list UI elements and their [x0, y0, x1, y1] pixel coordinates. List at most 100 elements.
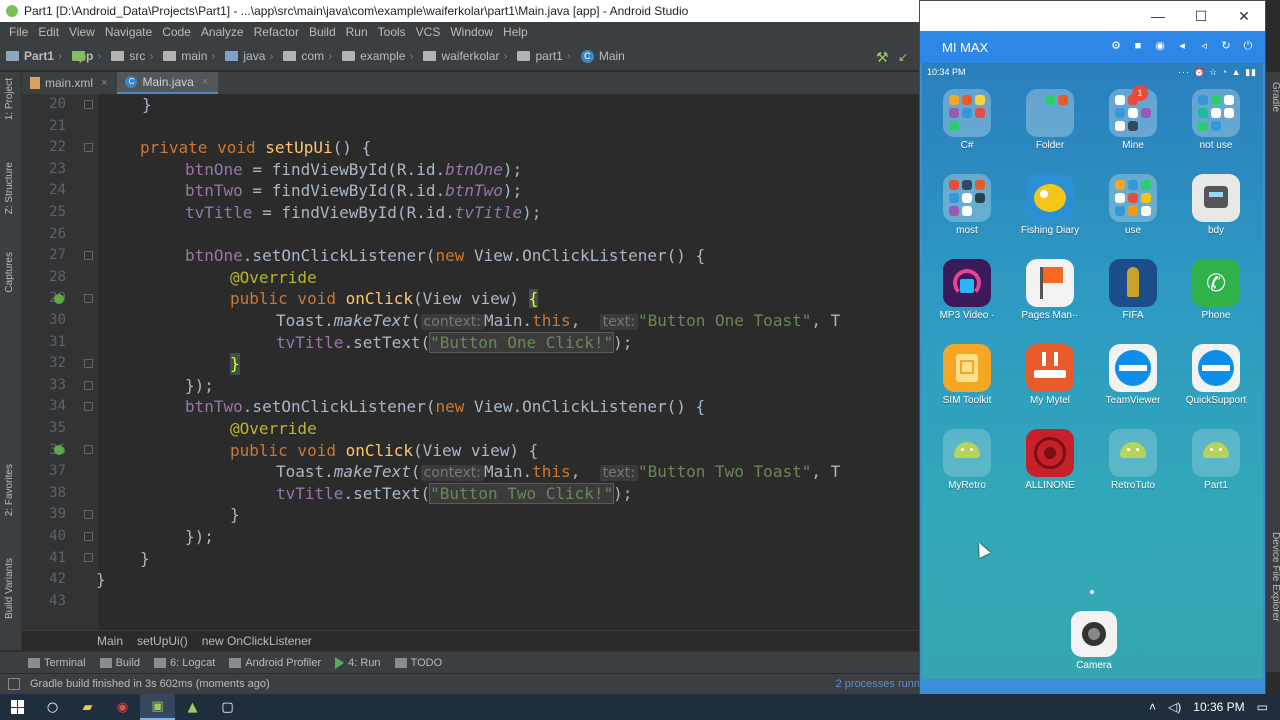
logcat-button[interactable]: 6: Logcat	[154, 657, 215, 669]
taskbar-screen-recorder[interactable]: ▢	[210, 694, 245, 720]
rotate-icon[interactable]: ↻	[1219, 39, 1233, 53]
menu-vcs[interactable]: VCS	[411, 25, 446, 39]
menu-build[interactable]: Build	[304, 25, 341, 39]
app-bdy[interactable]: bdy	[1177, 174, 1255, 254]
code-editor[interactable]: 20} 21 22 private void setUpUi() { 23 btnO…	[22, 94, 920, 630]
tab-main-xml[interactable]: main.xml ×	[22, 72, 117, 94]
volume-icon[interactable]: ◁)	[1168, 700, 1181, 714]
fold-marker-icon[interactable]	[84, 532, 93, 541]
taskbar-chrome[interactable]: ◉	[105, 694, 140, 720]
fold-marker-icon[interactable]	[84, 359, 93, 368]
run-arrow-icon[interactable]: ↙	[898, 50, 912, 64]
close-tab-icon[interactable]: ×	[101, 77, 107, 89]
tab-main-java[interactable]: C Main.java ×	[117, 72, 219, 94]
menu-file[interactable]: File	[4, 25, 33, 39]
app-myretro[interactable]: MyRetro	[928, 429, 1006, 509]
menu-window[interactable]: Window	[445, 25, 498, 39]
close-tab-icon[interactable]: ×	[202, 76, 208, 88]
maximize-icon[interactable]: ☐	[1191, 6, 1211, 26]
search-button[interactable]: ○	[35, 694, 70, 720]
screenshot-camera-icon[interactable]: ◉	[1153, 39, 1167, 53]
tool-gradle[interactable]: Gradle	[1267, 82, 1280, 112]
app-part1[interactable]: Part1	[1177, 429, 1255, 509]
app-folder-csharp[interactable]: C#	[928, 89, 1006, 169]
tool-favorites[interactable]: 2: Favorites	[4, 464, 18, 516]
menu-code[interactable]: Code	[157, 25, 196, 39]
fold-marker-icon[interactable]	[84, 510, 93, 519]
tool-captures[interactable]: Captures	[4, 252, 18, 293]
fold-marker-icon[interactable]	[84, 100, 93, 109]
menu-help[interactable]: Help	[498, 25, 533, 39]
fold-marker-icon[interactable]	[84, 553, 93, 562]
tool-build-variants[interactable]: Build Variants	[4, 558, 18, 619]
tool-device-file-explorer[interactable]: Device File Explorer	[1267, 532, 1280, 621]
crumb-app[interactable]: app›	[72, 49, 101, 63]
taskbar-file-explorer[interactable]: ▰	[70, 694, 105, 720]
taskbar-android-studio[interactable]: ▣	[140, 694, 175, 720]
record-video-icon[interactable]: ■	[1131, 39, 1145, 53]
override-method-icon[interactable]	[54, 294, 64, 304]
app-quicksupport[interactable]: QuickSupport	[1177, 344, 1255, 424]
app-fifa[interactable]: FIFA	[1094, 259, 1172, 339]
crumb-main-class[interactable]: C Main	[580, 49, 625, 63]
todo-button[interactable]: TODO	[394, 657, 442, 669]
settings-gear-icon[interactable]: ⚙	[1109, 39, 1123, 53]
fold-marker-icon[interactable]	[84, 143, 93, 152]
taskbar-emulator[interactable]: ▲	[175, 694, 210, 720]
crumb-java[interactable]: java ›	[225, 49, 273, 63]
app-folder-use[interactable]: use	[1094, 174, 1172, 254]
tray-chevron-up-icon[interactable]: ˄	[1149, 700, 1156, 714]
crumb-com[interactable]: com ›	[283, 49, 332, 63]
app-folder-most[interactable]: most	[928, 174, 1006, 254]
background-processes-link[interactable]: 2 processes runn	[836, 678, 920, 690]
terminal-button[interactable]: Terminal	[28, 657, 86, 669]
run-button[interactable]: 4: Run	[335, 656, 381, 669]
android-profiler-button[interactable]: Android Profiler	[229, 657, 321, 669]
app-teamviewer[interactable]: TeamViewer	[1094, 344, 1172, 424]
app-folder-mine[interactable]: 1 Mine	[1094, 85, 1172, 169]
phone-screen[interactable]: 10:34 PM ··· ⏰ ☆ ◔ ▲ ▮▮ C# Folder 1 Mine…	[922, 63, 1263, 679]
tool-structure[interactable]: Z: Structure	[4, 162, 18, 214]
menu-tools[interactable]: Tools	[373, 25, 411, 39]
app-sim-toolkit[interactable]: SIM Toolkit	[928, 344, 1006, 424]
make-project-hammer-icon[interactable]: ⚒	[876, 50, 890, 64]
breadcrumb-listener[interactable]: new OnClickListener	[202, 634, 312, 648]
phone-navigation-bar[interactable]	[922, 679, 1263, 694]
menu-view[interactable]: View	[64, 25, 100, 39]
tool-project[interactable]: 1: Project	[4, 78, 18, 120]
menu-navigate[interactable]: Navigate	[100, 25, 157, 39]
crumb-src[interactable]: src ›	[111, 49, 153, 63]
fold-marker-icon[interactable]	[84, 381, 93, 390]
start-button[interactable]	[0, 694, 35, 720]
app-phone[interactable]: ✆ Phone	[1177, 259, 1255, 339]
app-mp3-video[interactable]: MP3 Video ·	[928, 259, 1006, 339]
menu-run[interactable]: Run	[341, 25, 373, 39]
menu-edit[interactable]: Edit	[33, 25, 64, 39]
app-my-mytel[interactable]: My Mytel	[1011, 344, 1089, 424]
app-pages-manager[interactable]: Pages Man··	[1011, 259, 1089, 339]
taskbar-clock[interactable]: 10:36 PM	[1193, 700, 1244, 714]
app-folder-not-use[interactable]: not use	[1177, 89, 1255, 169]
fold-marker-icon[interactable]	[84, 294, 93, 303]
fold-marker-icon[interactable]	[84, 402, 93, 411]
menu-analyze[interactable]: Analyze	[196, 25, 249, 39]
close-icon[interactable]: ✕	[1234, 6, 1254, 26]
build-button[interactable]: Build	[99, 657, 140, 669]
app-folder[interactable]: Folder	[1011, 89, 1089, 169]
crumb-example[interactable]: example ›	[342, 49, 413, 63]
minimize-icon[interactable]: —	[1148, 6, 1168, 26]
app-fishing-diary[interactable]: Fishing Diary	[1011, 174, 1089, 254]
crumb-waiferkolar[interactable]: waiferkolar ›	[423, 49, 507, 63]
override-method-icon[interactable]	[54, 445, 64, 455]
menu-refactor[interactable]: Refactor	[249, 25, 304, 39]
power-icon[interactable]: ⏻	[1241, 39, 1255, 53]
crumb-project[interactable]: Part1 ›	[6, 49, 62, 63]
fold-marker-icon[interactable]	[84, 251, 93, 260]
breadcrumb-main[interactable]: Main	[97, 634, 123, 648]
app-retrotuto[interactable]: RetroTuto	[1094, 429, 1172, 509]
notifications-icon[interactable]: ▭	[1257, 700, 1268, 714]
camera-icon[interactable]	[1071, 611, 1117, 657]
crumb-part1[interactable]: part1 ›	[517, 49, 571, 63]
crumb-main[interactable]: main ›	[163, 49, 215, 63]
toggle-tool-windows-icon[interactable]	[8, 678, 20, 690]
